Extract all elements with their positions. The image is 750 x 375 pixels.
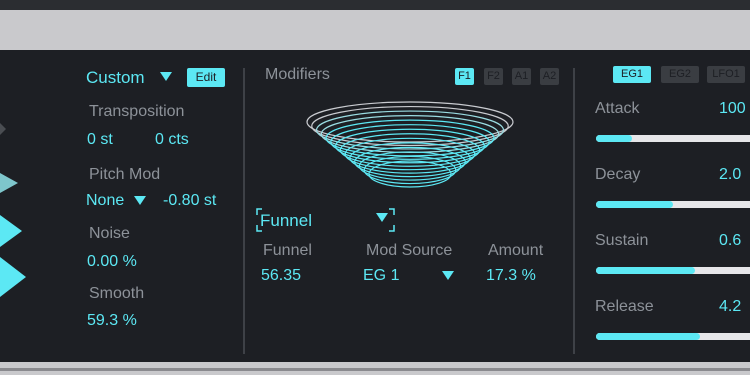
modifier-tab-f2[interactable]: F2	[484, 68, 503, 85]
sustain-slider-fill	[596, 267, 695, 274]
semitones-value[interactable]: 0 st	[87, 131, 113, 149]
sustain-slider[interactable]	[596, 267, 750, 274]
modifier-tab-a1[interactable]: A1	[512, 68, 531, 85]
preset-value: Custom	[86, 68, 145, 87]
envelope-tab-eg2[interactable]: EG2	[661, 66, 699, 83]
envelope-tab-lfo1[interactable]: LFO1	[707, 66, 745, 83]
mod-source-chevron-down-icon[interactable]	[442, 271, 454, 281]
smooth-value[interactable]: 59.3 %	[87, 312, 137, 330]
attack-label: Attack	[595, 100, 640, 117]
wave-triangle-2	[0, 173, 18, 193]
decay-value[interactable]: 2.0	[719, 166, 741, 184]
wave-triangle-1	[0, 123, 6, 135]
release-slider-fill	[596, 333, 700, 340]
preset-select[interactable]: Custom	[86, 68, 145, 88]
wave-triangle-3	[0, 215, 22, 247]
modifier-tab-f1[interactable]: F1	[455, 68, 474, 85]
pitch-mod-chevron-down-icon[interactable]	[134, 196, 146, 206]
transposition-label: Transposition	[89, 103, 185, 120]
sustain-value[interactable]: 0.6	[719, 232, 741, 250]
device-frame-top	[0, 10, 750, 50]
pitch-mod-source-select[interactable]: None	[86, 192, 124, 210]
smooth-label: Smooth	[89, 285, 145, 302]
decay-slider-fill	[596, 201, 673, 208]
waveform-icons	[0, 123, 26, 297]
funnel-value[interactable]: 56.35	[261, 267, 301, 285]
edit-button[interactable]: Edit	[187, 68, 225, 87]
decay-label: Decay	[595, 166, 641, 183]
attack-slider[interactable]	[596, 135, 750, 142]
shape-select-bracket-right	[389, 208, 395, 232]
cents-value[interactable]: 0 cts	[155, 131, 189, 149]
preset-chevron-down-icon[interactable]	[160, 72, 172, 82]
envelope-tab-eg1[interactable]: EG1	[613, 66, 651, 83]
amount-value[interactable]: 17.3 %	[486, 267, 536, 285]
window-top-bar	[0, 0, 750, 10]
noise-value[interactable]: 0.00 %	[87, 253, 137, 271]
decay-slider[interactable]	[596, 201, 750, 208]
amount-label: Amount	[488, 242, 544, 259]
release-label: Release	[595, 298, 654, 315]
section-divider-2	[573, 68, 575, 354]
funnel-visualization	[306, 101, 514, 188]
noise-label: Noise	[89, 225, 130, 242]
pitch-mod-label: Pitch Mod	[89, 166, 161, 183]
shape-chevron-down-icon[interactable]	[376, 213, 388, 223]
release-value[interactable]: 4.2	[719, 298, 741, 316]
modifier-tab-a2[interactable]: A2	[540, 68, 559, 85]
sustain-label: Sustain	[595, 232, 649, 249]
modifiers-title: Modifiers	[265, 66, 330, 83]
attack-value[interactable]: 100	[719, 100, 746, 118]
section-divider-1	[243, 68, 245, 354]
mod-source-label: Mod Source	[366, 242, 453, 259]
attack-slider-fill	[596, 135, 632, 142]
shape-select[interactable]: Funnel	[260, 211, 312, 231]
pitch-mod-amount[interactable]: -0.80 st	[163, 192, 216, 210]
release-slider[interactable]	[596, 333, 750, 340]
mod-source-select[interactable]: EG 1	[363, 267, 399, 285]
wave-triangle-4	[0, 257, 26, 297]
device-frame-bottom	[0, 362, 750, 375]
funnel-ring	[306, 101, 514, 143]
funnel-label: Funnel	[263, 242, 312, 259]
